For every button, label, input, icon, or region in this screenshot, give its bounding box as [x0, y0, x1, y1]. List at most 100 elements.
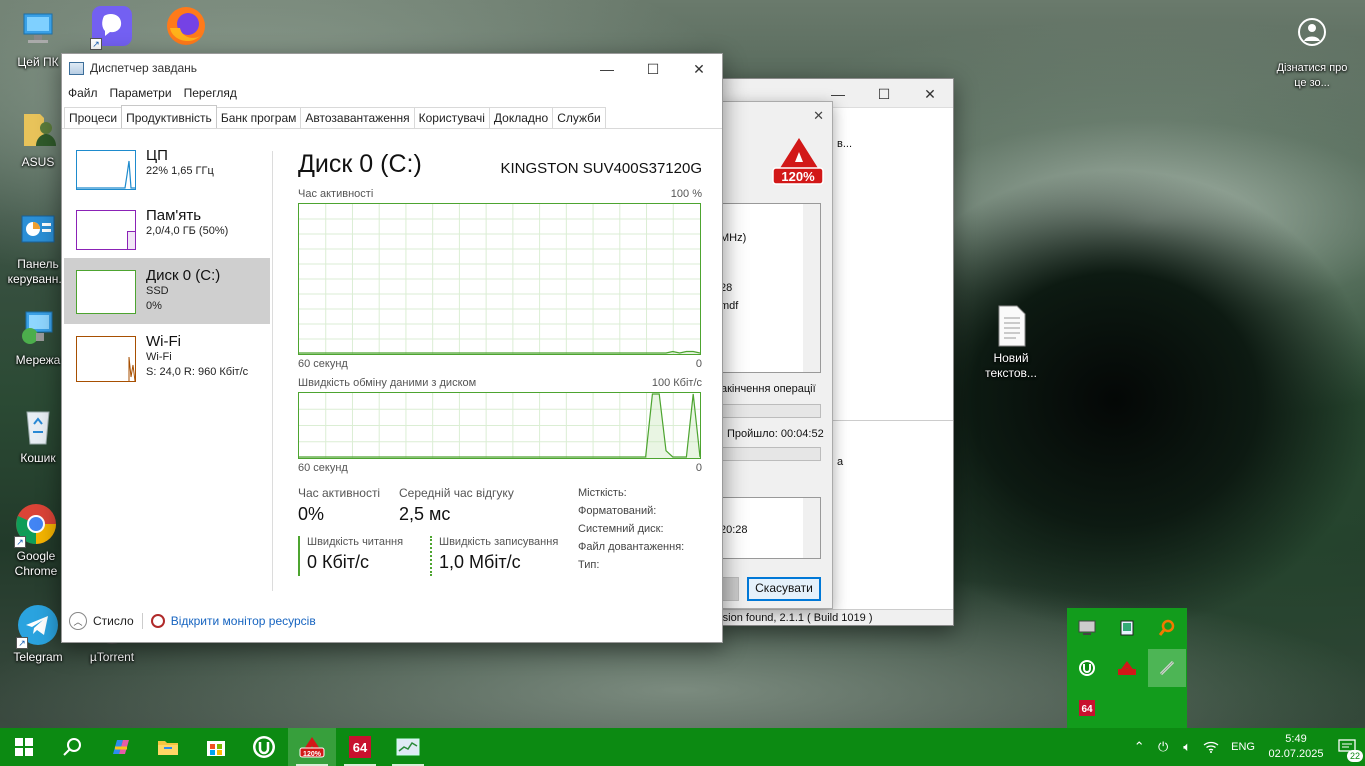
footer-divider: [141, 613, 143, 629]
graph-label: Час активності: [298, 188, 374, 200]
tab-processes[interactable]: Процеси: [64, 107, 123, 128]
menu-view[interactable]: Перегляд: [184, 86, 237, 100]
clock[interactable]: 5:49 02.07.2025: [1263, 732, 1329, 762]
stat-label: Швидкість записування: [439, 536, 559, 548]
tab-performance[interactable]: Продуктивність: [121, 105, 217, 128]
task-manager-icon: [69, 61, 84, 75]
input-language[interactable]: ENG: [1223, 741, 1263, 753]
search-tool-icon[interactable]: [1148, 609, 1186, 647]
close-icon[interactable]: ✕: [813, 108, 824, 124]
menu-file[interactable]: Файл: [68, 86, 98, 100]
minimize-icon[interactable]: —: [584, 54, 630, 84]
folder-icon: [158, 741, 178, 755]
progress-bar-total: [719, 404, 821, 418]
performance-sidebar: ЦП 22% 1,65 ГГц Пам'ять 2,0/4,0 ГБ (50%)…: [64, 138, 270, 390]
notification-count-badge: 22: [1346, 750, 1363, 762]
status-text: rsion found, 2.1.1 ( Build 1019 ): [719, 612, 873, 624]
text-fragment: 20:28: [720, 524, 748, 536]
shortcut-arrow-icon: ↗: [90, 38, 102, 50]
close-icon[interactable]: ✕: [907, 79, 953, 109]
stat-label: Середній час відгуку: [399, 486, 514, 500]
tab-app-history[interactable]: Банк програм: [215, 107, 302, 128]
wifi-icon[interactable]: [1199, 739, 1223, 756]
open-resource-monitor-link[interactable]: Відкрити монітор ресурсів: [171, 614, 316, 628]
sidebar-item-name: Пам'ять: [146, 207, 202, 224]
stat-read-speed: Швидкість читання 0 Кбіт/с: [298, 536, 403, 576]
prop-capacity: Місткість:: [578, 487, 627, 499]
power-plug-icon[interactable]: ⏻: [1151, 739, 1175, 755]
clock-date: 02.07.2025: [1268, 748, 1324, 760]
desktop-learn-more[interactable]: Дізнатися про це зо...: [1274, 14, 1350, 91]
svg-text:64: 64: [353, 740, 368, 755]
aida64-icon[interactable]: 64: [1068, 689, 1106, 727]
tab-users[interactable]: Користувачі: [413, 107, 490, 128]
active-time-chart: [299, 204, 700, 354]
sidebar-item-memory[interactable]: Пам'ять 2,0/4,0 ГБ (50%): [64, 198, 270, 258]
tab-strip: Процеси Продуктивність Банк програм Авто…: [62, 105, 722, 129]
start-button[interactable]: [0, 728, 48, 766]
disk-thumbnail-graph: [76, 270, 136, 314]
graph-time-label: 60 секунд: [298, 462, 348, 474]
sidebar-item-detail: Wi-Fi: [146, 351, 172, 363]
wifi-thumbnail-graph: [76, 336, 136, 382]
transfer-rate-graph: [298, 392, 701, 459]
maximize-icon[interactable]: ☐: [861, 79, 907, 109]
task-manager-window[interactable]: Диспетчер завдань — ☐ ✕ Файл Параметри П…: [61, 53, 723, 643]
graph-label: Швидкість обміну даними з диском: [298, 377, 477, 389]
scrollbar[interactable]: [803, 498, 820, 558]
copilot-icon: [113, 740, 129, 754]
tab-services[interactable]: Служби: [552, 107, 606, 128]
sidebar-item-detail: SSD: [146, 285, 169, 297]
chevron-up-icon[interactable]: ︿: [69, 612, 87, 630]
stat-label: Швидкість читання: [307, 536, 404, 548]
desktop-icon-new-text-file[interactable]: Новий текстов...: [973, 304, 1049, 381]
desktop-icon-viber[interactable]: ↗: [74, 4, 150, 51]
utorrent-icon[interactable]: [1068, 649, 1106, 687]
notifications-button[interactable]: 22: [1329, 728, 1365, 766]
taskbar-copilot[interactable]: [96, 728, 144, 766]
taskbar-search-button[interactable]: [48, 728, 96, 766]
alcohol-icon[interactable]: [1108, 649, 1146, 687]
operation-complete-label: акінчення операції: [721, 383, 816, 395]
alcohol-progress-dialog[interactable]: ✕ 120% MHz) 28 mdf акінчення операції Пр…: [719, 101, 833, 609]
pen-icon[interactable]: [1148, 649, 1186, 687]
prop-system-disk: Системний диск:: [578, 523, 664, 535]
menu-options[interactable]: Параметри: [110, 86, 172, 100]
close-icon[interactable]: ✕: [676, 54, 722, 84]
chevron-up-icon[interactable]: ⌃: [1127, 739, 1151, 755]
sidebar-item-detail: S: 24,0 R: 960 Кбіт/с: [146, 366, 249, 378]
stat-value: 0 Кбіт/с: [307, 552, 370, 572]
taskbar-task-manager[interactable]: [384, 728, 432, 766]
taskbar-file-explorer[interactable]: [144, 728, 192, 766]
taskbar-store[interactable]: [192, 728, 240, 766]
taskbar-utorrent[interactable]: [240, 728, 288, 766]
sidebar-item-cpu[interactable]: ЦП 22% 1,65 ГГц: [64, 138, 270, 198]
log-box: 20:28: [719, 497, 821, 559]
scrollbar[interactable]: [803, 204, 820, 372]
sidebar-item-disk[interactable]: Диск 0 (C:) SSD 0%: [64, 258, 270, 324]
fewer-details-link[interactable]: Стисло: [93, 614, 134, 628]
graph-max-label: 100 Кбіт/с: [651, 377, 702, 389]
alcohol-logo: 120%: [771, 136, 827, 188]
speaker-icon[interactable]: 🔈︎: [1175, 739, 1199, 755]
cpu-thumbnail-graph: [76, 150, 136, 190]
sidebar-item-detail: 2,0/4,0 ГБ (50%): [146, 225, 229, 237]
tablet-icon[interactable]: [1108, 609, 1146, 647]
footer: ︿ Стисло Відкрити монітор ресурсів: [69, 612, 316, 630]
sidebar-item-wifi[interactable]: Wi-Fi Wi-Fi S: 24,0 R: 960 Кбіт/с: [64, 324, 270, 390]
taskbar-aida64[interactable]: 64: [336, 728, 384, 766]
text-fragment: в...: [837, 138, 853, 150]
taskbar: 120% 64 ⌃ ⏻ 🔈︎ ENG 5:49 02.07.2025 22: [0, 728, 1365, 766]
cancel-button[interactable]: Скасувати: [747, 577, 821, 601]
desktop-icon-firefox[interactable]: [148, 4, 224, 51]
clock-time: 5:49: [1285, 733, 1307, 745]
computer-icon: [16, 8, 60, 52]
maximize-icon[interactable]: ☐: [630, 54, 676, 84]
window-title: Диспетчер завдань: [90, 61, 198, 75]
progress-bar-current: [719, 447, 821, 461]
desktop-icon-label: Дізнатися про це зо...: [1276, 62, 1348, 89]
screen-icon[interactable]: [1068, 609, 1106, 647]
tab-startup[interactable]: Автозавантаження: [300, 107, 415, 128]
tab-details[interactable]: Докладно: [488, 107, 554, 128]
taskbar-alcohol-120[interactable]: 120%: [288, 728, 336, 766]
